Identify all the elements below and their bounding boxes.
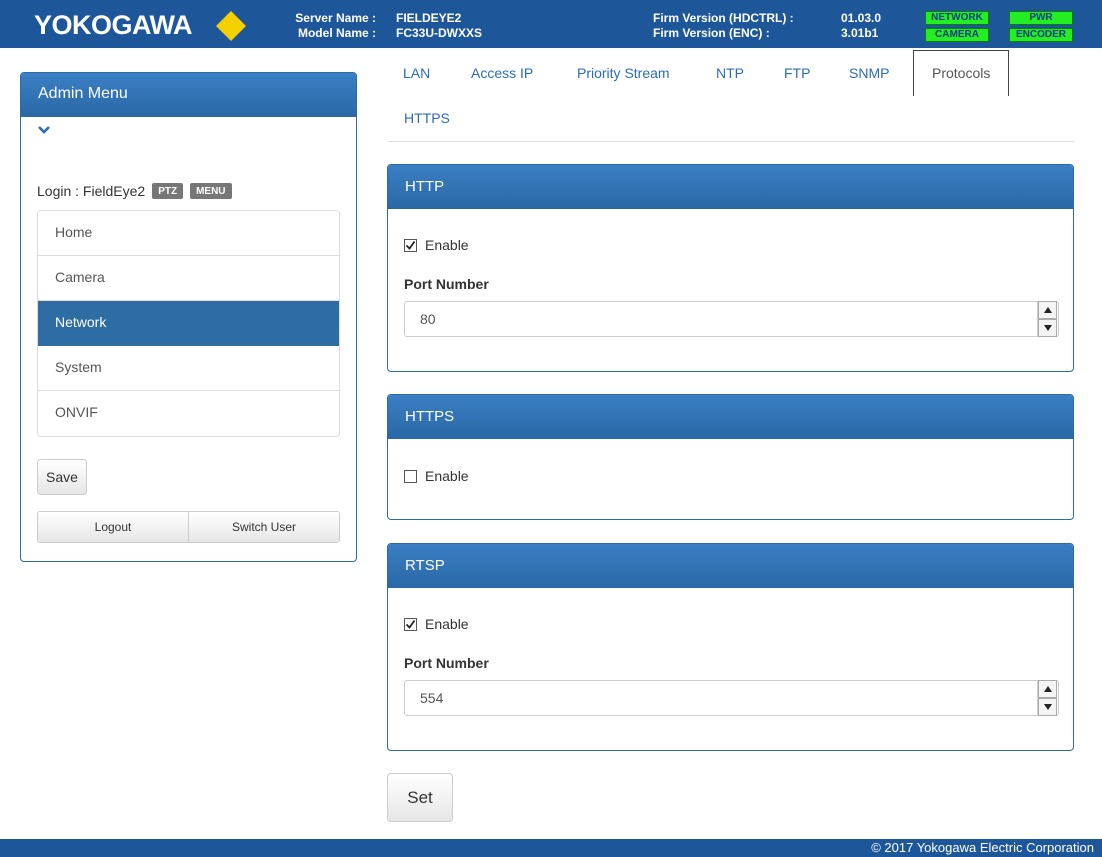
menu-item-onvif[interactable]: ONVIF bbox=[38, 391, 339, 436]
firm-hdctrl-value: 01.03.0 bbox=[841, 11, 882, 25]
chevron-down-icon[interactable] bbox=[37, 123, 51, 137]
server-name-value: FIELDEYE2 bbox=[396, 11, 462, 25]
firm-enc-label: Firm Version (ENC) : bbox=[653, 26, 770, 40]
http-enable-label: Enable bbox=[425, 237, 469, 253]
pwr-status-badge: PWR bbox=[1009, 11, 1073, 25]
rtsp-enable-checkbox[interactable] bbox=[404, 617, 417, 631]
https-panel-title: HTTPS bbox=[388, 395, 1073, 439]
admin-menu-panel: Admin Menu Login : FieldEye2 PTZ MENU Ho… bbox=[20, 72, 357, 562]
spin-up-icon[interactable] bbox=[1038, 301, 1057, 319]
set-button[interactable]: Set bbox=[387, 773, 453, 822]
spin-up-icon[interactable] bbox=[1038, 680, 1057, 698]
camera-status-badge: CAMERA bbox=[925, 28, 989, 42]
http-port-spinner[interactable] bbox=[1037, 301, 1057, 337]
admin-menu-list: Home Camera Network System ONVIF bbox=[37, 210, 340, 437]
https-panel: HTTPS Enable bbox=[387, 394, 1074, 520]
https-enable-row[interactable]: Enable bbox=[404, 468, 469, 484]
menu-item-camera[interactable]: Camera bbox=[38, 256, 339, 301]
spin-down-icon[interactable] bbox=[1038, 319, 1057, 337]
checkmark-icon bbox=[405, 240, 416, 250]
tab-ftp[interactable]: FTP bbox=[784, 65, 810, 81]
ptz-tag: PTZ bbox=[152, 183, 184, 199]
http-port-input[interactable] bbox=[404, 301, 1059, 337]
menu-tag: MENU bbox=[190, 183, 232, 199]
network-tabs: LAN Access IP Priority Stream NTP FTP SN… bbox=[388, 50, 1074, 142]
rtsp-panel-title: RTSP bbox=[388, 544, 1073, 588]
tab-access-ip[interactable]: Access IP bbox=[471, 65, 533, 81]
network-status-badge: NETWORK bbox=[925, 11, 989, 25]
menu-item-network[interactable]: Network bbox=[38, 301, 339, 346]
http-panel-title: HTTP bbox=[388, 165, 1073, 209]
http-enable-row[interactable]: Enable bbox=[404, 237, 469, 253]
tab-lan[interactable]: LAN bbox=[403, 65, 430, 81]
login-info: Login : FieldEye2 PTZ MENU bbox=[37, 183, 232, 199]
https-enable-checkbox[interactable] bbox=[404, 469, 417, 483]
tab-priority-stream[interactable]: Priority Stream bbox=[577, 65, 670, 81]
admin-menu-title: Admin Menu bbox=[21, 73, 356, 117]
yokogawa-logo: YOKOGAWA bbox=[34, 10, 193, 40]
top-header: YOKOGAWA Server Name : Model Name : FIEL… bbox=[0, 0, 1102, 48]
rtsp-enable-row[interactable]: Enable bbox=[404, 616, 469, 632]
menu-item-system[interactable]: System bbox=[38, 346, 339, 391]
switch-user-button[interactable]: Switch User bbox=[188, 512, 339, 542]
server-name-label: Server Name : bbox=[295, 11, 376, 25]
spin-down-icon[interactable] bbox=[1038, 698, 1057, 716]
http-panel: HTTP Enable Port Number bbox=[387, 164, 1074, 372]
https-enable-label: Enable bbox=[425, 468, 469, 484]
login-label: Login : FieldEye2 bbox=[37, 183, 146, 199]
logo-diamond-icon bbox=[216, 11, 246, 41]
logout-button[interactable]: Logout bbox=[38, 512, 188, 542]
encoder-status-badge: ENCODER bbox=[1009, 28, 1073, 42]
model-name-label: Model Name : bbox=[297, 26, 376, 40]
rtsp-port-spinner[interactable] bbox=[1037, 680, 1057, 716]
tab-ntp[interactable]: NTP bbox=[716, 65, 744, 81]
checkmark-icon bbox=[405, 619, 416, 629]
footer-copyright: © 2017 Yokogawa Electric Corporation bbox=[0, 839, 1102, 857]
tab-https[interactable]: HTTPS bbox=[404, 110, 450, 126]
tab-snmp[interactable]: SNMP bbox=[849, 65, 889, 81]
firm-enc-value: 3.01b1 bbox=[841, 26, 879, 40]
menu-item-home[interactable]: Home bbox=[38, 211, 339, 256]
http-port-label: Port Number bbox=[404, 276, 489, 292]
http-enable-checkbox[interactable] bbox=[404, 238, 417, 252]
firm-hdctrl-label: Firm Version (HDCTRL) : bbox=[653, 11, 794, 25]
rtsp-port-input[interactable] bbox=[404, 680, 1059, 716]
session-button-group: Logout Switch User bbox=[37, 511, 340, 543]
model-name-value: FC33U-DWXXS bbox=[396, 26, 483, 40]
rtsp-port-label: Port Number bbox=[404, 655, 489, 671]
rtsp-panel: RTSP Enable Port Number bbox=[387, 543, 1074, 751]
tab-protocols[interactable]: Protocols bbox=[913, 50, 1010, 96]
save-button[interactable]: Save bbox=[37, 459, 87, 495]
rtsp-enable-label: Enable bbox=[425, 616, 469, 632]
